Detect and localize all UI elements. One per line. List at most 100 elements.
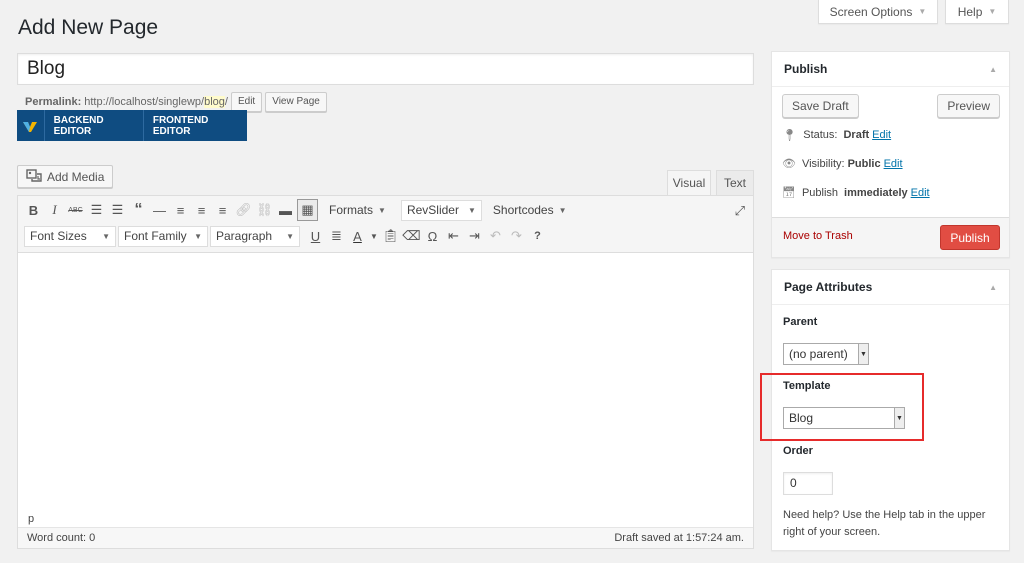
chevron-down-icon: ▼ <box>286 231 294 241</box>
chevron-down-icon: ▼ <box>102 231 110 241</box>
publish-actions: Move to Trash Publish <box>772 217 1009 257</box>
horizontal-line-icon[interactable]: — <box>150 199 169 221</box>
status-row: 📍︎ Status: Draft Edit <box>782 128 891 142</box>
draft-saved-status: Draft saved at 1:57:24 am. <box>614 532 744 544</box>
special-character-icon[interactable]: Ω <box>423 225 442 247</box>
tab-visual[interactable]: Visual <box>667 170 711 196</box>
font-family-label: Font Family <box>124 229 187 243</box>
fullscreen-icon[interactable]: ⤢ <box>735 203 745 219</box>
page-attributes-title: Page Attributes <box>784 280 873 294</box>
text-color-icon[interactable]: A <box>348 225 367 247</box>
paste-text-icon[interactable]: 📋︎ <box>381 225 400 247</box>
visibility-value: Public <box>847 157 881 170</box>
page-title: Add New Page <box>18 16 159 39</box>
save-draft-button[interactable]: Save Draft <box>782 94 859 118</box>
pin-icon: 📍︎ <box>782 128 798 142</box>
post-title-input[interactable]: Blog <box>17 53 754 85</box>
clear-formatting-icon[interactable]: ⌫ <box>402 225 421 247</box>
align-center-icon[interactable]: ≡ <box>192 199 211 221</box>
formats-dropdown[interactable]: Formats ▼ <box>324 199 391 221</box>
shortcodes-dropdown[interactable]: Shortcodes ▼ <box>488 199 572 221</box>
screen-options-label: Screen Options <box>829 4 913 19</box>
status-value: Draft <box>843 129 870 141</box>
blockquote-icon[interactable]: “ <box>129 199 148 221</box>
permalink-label: Permalink: <box>25 96 82 108</box>
outdent-icon[interactable]: ⇤ <box>444 225 463 247</box>
help-tab-button[interactable]: Help ▼ <box>945 0 1009 24</box>
order-input[interactable]: 0 <box>783 472 833 495</box>
chevron-down-icon: ▼ <box>467 205 476 215</box>
justify-icon[interactable]: ≣ <box>327 225 346 247</box>
view-page-button[interactable]: View Page <box>265 92 327 112</box>
bold-icon[interactable]: B <box>24 199 43 221</box>
status-label: Status: <box>803 129 838 141</box>
link-icon[interactable]: 🔗︎ <box>234 199 253 221</box>
unlink-icon[interactable]: ⛓︎ <box>255 199 274 221</box>
align-right-icon[interactable]: ≡ <box>213 199 232 221</box>
undo-icon[interactable]: ↶ <box>486 225 505 247</box>
font-sizes-label: Font Sizes <box>30 229 87 243</box>
redo-icon[interactable]: ↷ <box>507 225 526 247</box>
paragraph-label: Paragraph <box>216 229 273 243</box>
edit-publish-time-link[interactable]: Edit <box>911 187 930 199</box>
bullet-list-icon[interactable]: ☰ <box>87 199 106 221</box>
add-media-label: Add Media <box>47 169 105 184</box>
permalink-edit-button[interactable]: Edit <box>230 92 263 112</box>
publish-button[interactable]: Publish <box>940 225 1000 250</box>
template-highlight-box <box>760 373 924 441</box>
frontend-editor-button[interactable]: FRONTEND EDITOR <box>142 110 247 141</box>
page-attributes-header[interactable]: Page Attributes ▲ <box>772 270 1009 305</box>
chevron-up-icon[interactable]: ▲ <box>989 65 997 74</box>
formats-label: Formats <box>329 203 374 217</box>
paragraph-dropdown[interactable]: Paragraph ▼ <box>210 225 300 247</box>
publish-time-label: Publish <box>801 186 839 199</box>
italic-icon[interactable]: I <box>45 199 64 221</box>
screen-options-button[interactable]: Screen Options ▼ <box>818 0 938 24</box>
media-icon <box>26 168 42 185</box>
revslider-dropdown[interactable]: RevSlider ▼ <box>400 199 482 221</box>
edit-status-link[interactable]: Edit <box>872 129 891 141</box>
publish-box: Publish ▲ Save Draft Preview 📍︎ Status: D… <box>771 51 1010 258</box>
strikethrough-icon[interactable]: ABC <box>66 199 85 221</box>
preview-button[interactable]: Preview <box>937 94 1000 118</box>
indent-icon[interactable]: ⇥ <box>465 225 484 247</box>
edit-visibility-link[interactable]: Edit <box>884 158 903 170</box>
chevron-down-icon: ▼ <box>858 344 868 364</box>
word-count: Word count: 0 <box>27 532 96 544</box>
chevron-down-icon[interactable]: ▼ <box>369 225 379 247</box>
editor-content-area[interactable] <box>18 253 753 511</box>
chevron-up-icon[interactable]: ▲ <box>989 283 997 292</box>
shortcodes-label: Shortcodes <box>492 203 554 217</box>
add-media-button[interactable]: Add Media <box>17 165 114 188</box>
parent-label: Parent <box>783 316 818 328</box>
help-text: Need help? Use the Help tab in the upper… <box>783 509 986 538</box>
publish-box-header[interactable]: Publish ▲ <box>772 52 1009 87</box>
underline-icon[interactable]: U <box>306 225 325 247</box>
editor-toolbar: B I ABC ☰ ☰ “ — ≡ ≡ ≡ 🔗︎ ⛓︎ ▬ ▦ Formats ▼… <box>18 196 753 253</box>
visibility-row: 👁︎ Visibility: Public Edit <box>782 157 903 171</box>
font-family-dropdown[interactable]: Font Family ▼ <box>118 225 208 247</box>
visibility-label: Visibility: <box>801 157 845 170</box>
read-more-icon[interactable]: ▬ <box>276 199 295 221</box>
parent-value: (no parent) <box>789 347 848 361</box>
tab-text[interactable]: Text <box>716 170 754 196</box>
publish-time-value: immediately <box>844 186 908 199</box>
revslider-label: RevSlider <box>406 203 459 217</box>
eye-icon: 👁︎ <box>782 158 796 170</box>
move-to-trash-link[interactable]: Move to Trash <box>783 230 853 242</box>
help-label: Help <box>957 4 983 19</box>
parent-select[interactable]: (no parent) ▼ <box>783 343 869 365</box>
help-icon[interactable]: ? <box>528 225 547 247</box>
align-left-icon[interactable]: ≡ <box>171 199 190 221</box>
numbered-list-icon[interactable]: ☰ <box>108 199 127 221</box>
font-sizes-dropdown[interactable]: Font Sizes ▼ <box>24 225 116 247</box>
toolbar-toggle-icon[interactable]: ▦ <box>297 199 318 221</box>
publish-box-title: Publish <box>784 62 828 76</box>
chevron-down-icon: ▼ <box>378 205 386 215</box>
backend-editor-button[interactable]: BACKEND EDITOR <box>43 110 143 141</box>
editor-path: p <box>18 510 753 528</box>
content-editor: B I ABC ☰ ☰ “ — ≡ ≡ ≡ 🔗︎ ⛓︎ ▬ ▦ Formats ▼… <box>17 195 754 549</box>
visual-composer-bar: BACKEND EDITOR FRONTEND EDITOR <box>17 110 247 141</box>
chevron-down-icon: ▼ <box>918 7 927 16</box>
permalink-slug: blog <box>204 96 225 108</box>
